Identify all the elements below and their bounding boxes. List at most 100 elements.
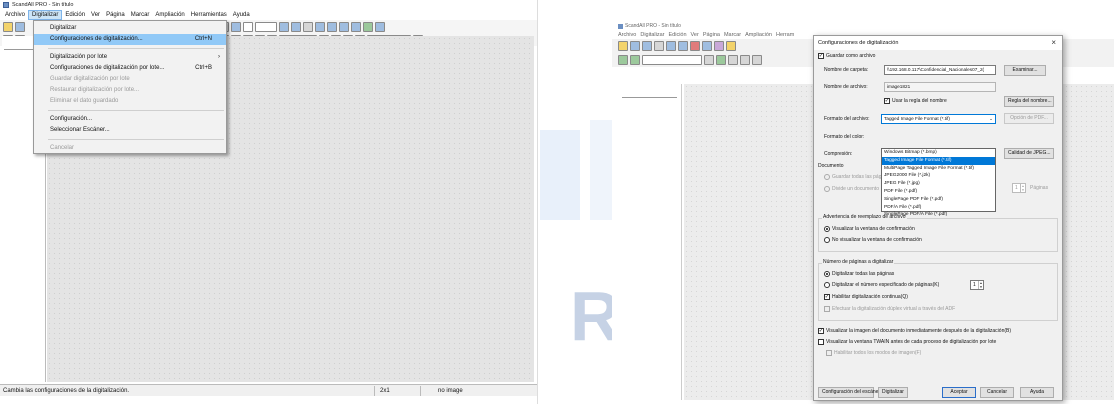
menu-ampliacion[interactable]: Ampliación [152,10,187,20]
page-select[interactable] [642,55,702,65]
format-option[interactable]: MultiPage Tagged Image File Format (*.ti… [882,165,995,173]
scanner-icon[interactable] [618,55,628,65]
menu-item-scan-settings[interactable]: Configuraciones de digitalización... Ctrl… [34,34,226,45]
undo-icon[interactable] [728,55,738,65]
continuous-scan-checkbox[interactable] [824,294,830,300]
menu-ver[interactable]: Ver [689,32,701,38]
insert-page-icon[interactable] [351,21,361,32]
menu-herramientas[interactable]: Herram [774,32,796,38]
blank-page-icon[interactable] [243,21,253,32]
show-twain-option[interactable]: Visualizar la ventana TWAIN antes de cad… [818,339,996,345]
folder-path-input[interactable]: \\192.168.0.117\Confidencial_Nacionales0… [884,65,996,75]
settings-icon[interactable] [714,41,724,51]
menu-edicion[interactable]: Edición [667,32,689,38]
menu-pagina[interactable]: Página [701,32,722,38]
overwrite-hide-option[interactable]: No visualizar la ventana de confirmación [824,237,922,243]
format-option[interactable]: JPEG File (*.jpg) [882,180,995,188]
doc-save-all-option[interactable]: Guardar todas las pág [824,174,881,180]
stop-icon[interactable] [690,41,700,51]
format-option[interactable]: Windows Bitmap (*.bmp) [882,149,995,157]
menu-ayuda[interactable]: Ayuda [230,10,253,20]
menu-archivo[interactable]: Archivo [2,10,28,20]
format-option[interactable]: Tagged Image File Format (*.tif) [882,156,995,165]
show-twain-checkbox[interactable] [818,339,824,345]
batch-scan-icon[interactable] [630,55,640,65]
menu-item-configuration[interactable]: Configuración... [34,114,226,125]
format-option[interactable]: JPEG2000 File (*.j2k) [882,172,995,180]
overwrite-show-option[interactable]: Visualizar la ventana de confirmación [824,226,915,232]
scan-button[interactable]: Digitalizar [878,387,908,398]
scanner-config-button[interactable]: Configuración del escáner... [818,387,884,398]
overwrite-show-radio[interactable] [824,226,830,232]
save-as-icon[interactable] [642,41,652,51]
folder-icon[interactable] [726,41,736,51]
save-icon[interactable] [15,21,25,32]
menu-digitalizar[interactable]: Digitalizar [638,32,666,38]
menu-herramientas[interactable]: Herramientas [188,10,230,20]
show-image-checkbox[interactable] [818,328,824,334]
naming-rule-checkbox[interactable] [884,98,890,104]
merge-icon[interactable] [327,21,337,32]
batch-icon[interactable] [678,41,688,51]
save-as-file-checkbox[interactable] [818,53,824,59]
redo-icon[interactable] [740,55,750,65]
menu-ampliacion[interactable]: Ampliación [743,32,774,38]
format-option[interactable]: SinglePage PDF/A File (*.pdf) [882,211,995,219]
menu-digitalizar[interactable]: Digitalizar [28,10,63,20]
show-image-option[interactable]: Visualizar la imagen del documento inmed… [818,328,1011,334]
cancel-button[interactable]: Cancelar [980,387,1014,398]
format-option[interactable]: SinglePage PDF File (*.pdf) [882,196,995,204]
accept-button[interactable]: Aceptar [942,387,976,398]
save-icon[interactable] [630,41,640,51]
check-icon[interactable] [363,21,373,32]
scan-icon[interactable] [231,21,241,32]
scan-n-pages-option[interactable]: Digitalizar el número especificado de pá… [824,282,939,288]
page-width-icon[interactable] [255,21,277,32]
page-count-spinner[interactable]: 1 ▲ ▼ [970,280,984,290]
save-as-file-option[interactable]: Guardar como archivo [818,53,875,59]
browse-button[interactable]: Examinar... [1004,65,1046,76]
close-icon[interactable]: × [1051,38,1056,47]
doc-save-all-radio[interactable] [824,174,830,180]
overwrite-hide-radio[interactable] [824,237,830,243]
scan-icon[interactable] [666,41,676,51]
rotate-right-icon[interactable] [291,21,301,32]
open-folder-icon[interactable] [618,41,628,51]
menu-ver[interactable]: Ver [88,10,103,20]
menu-item-batch-settings[interactable]: Configuraciones de digitalización por lo… [34,63,226,74]
menu-item-batch-scan[interactable]: Digitalización por lote › [34,52,226,63]
format-option[interactable]: PDF File (*.pdf) [882,188,995,196]
submenu-arrow-icon: › [218,54,220,60]
menu-marcar[interactable]: Marcar [128,10,153,20]
scan-n-pages-radio[interactable] [824,282,830,288]
rotate-icon[interactable] [702,41,712,51]
menu-archivo[interactable]: Archivo [616,32,638,38]
print-icon[interactable] [654,41,664,51]
doc-split-option[interactable]: Divide un documento [824,186,879,192]
jpeg-quality-button[interactable]: Calidad de JPEG... [1004,148,1054,159]
filename-input[interactable]: image1821 [884,82,996,92]
tools-icon[interactable] [375,21,385,32]
menu-marcar[interactable]: Marcar [722,32,743,38]
menu-edicion[interactable]: Edición [62,10,88,20]
zoom-page-icon[interactable] [704,55,714,65]
menu-pagina[interactable]: Página [103,10,128,20]
zoom-in-icon[interactable] [716,55,726,65]
copy-page-icon[interactable] [339,21,349,32]
split-icon[interactable] [315,21,325,32]
doc-split-radio[interactable] [824,186,830,192]
menu-item-digitalizar[interactable]: Digitalizar [34,23,226,34]
naming-rule-button[interactable]: Regla del nombre... [1004,96,1054,107]
rotate-left-icon[interactable] [279,21,289,32]
delete-page-icon[interactable] [303,21,313,32]
fit-icon[interactable] [752,55,762,65]
menu-item-select-scanner[interactable]: Seleccionar Escáner... [34,125,226,136]
scan-all-pages-radio[interactable] [824,271,830,277]
continuous-scan-option[interactable]: Habilitar digitalización continua(Q) [824,294,908,300]
format-option[interactable]: PDF/A File (*.pdf) [882,204,995,212]
file-format-select[interactable]: Tagged Image File Format (*.tif) ⌄ [881,114,996,124]
open-folder-icon[interactable] [3,21,13,32]
scan-all-pages-option[interactable]: Digitalizar todas las páginas [824,271,894,277]
naming-rule-option[interactable]: Usar la regla del nombre [884,98,947,104]
help-button[interactable]: Ayuda [1020,387,1054,398]
